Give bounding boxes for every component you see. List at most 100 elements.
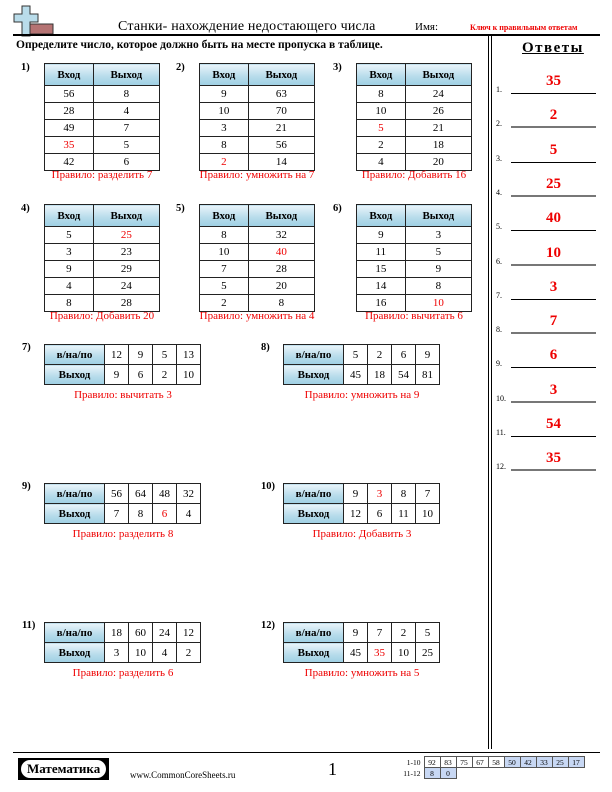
table-cell: 9 bbox=[128, 344, 153, 365]
table-row: 8 56 bbox=[199, 136, 316, 154]
score-cell: 8 bbox=[423, 767, 441, 779]
table-cell: 2 bbox=[176, 642, 201, 663]
table-cell: 9 bbox=[356, 226, 406, 244]
worksheet-title: Станки- нахождение недостающего числа bbox=[118, 19, 376, 34]
table-cell: 21 bbox=[404, 119, 473, 137]
score-range-label: 11-12 bbox=[403, 768, 421, 778]
rule-text: Правило: разделить 6 bbox=[72, 667, 174, 679]
table-cell: 63 bbox=[247, 85, 316, 103]
answer-line[interactable] bbox=[511, 161, 596, 163]
table-cell: 24 bbox=[92, 277, 161, 295]
table-cell: 5 bbox=[92, 136, 161, 154]
problem-number: 7) bbox=[22, 342, 31, 353]
table-row: 9 29 bbox=[44, 260, 161, 278]
rule-text: Правило: вычитать 3 bbox=[74, 389, 172, 401]
answer-row: 8. 7 bbox=[496, 313, 596, 335]
page-number: 1 bbox=[328, 759, 337, 779]
col-header-out: Выход bbox=[404, 63, 473, 86]
row-header-in: в/на/по bbox=[44, 622, 105, 643]
table-row-out: Выход 45 18 54 81 bbox=[283, 364, 440, 385]
header-divider bbox=[13, 34, 600, 36]
table-cell: 14 bbox=[247, 153, 316, 171]
score-cell: 75 bbox=[455, 756, 473, 768]
table-cell: 4 bbox=[44, 277, 94, 295]
table-cell: 9 bbox=[343, 622, 368, 643]
table-cell: 6 bbox=[367, 503, 392, 524]
table-row: 10 26 bbox=[356, 102, 473, 120]
table-row: 5 21 bbox=[356, 119, 473, 137]
rule-text: Правило: разделить 7 bbox=[51, 169, 153, 181]
table-cell: 10 bbox=[356, 102, 406, 120]
missing-value-cell: 40 bbox=[247, 243, 316, 261]
answer-line[interactable] bbox=[511, 436, 596, 437]
table-cell: 4 bbox=[92, 102, 161, 120]
answer-row: 1. 35 bbox=[496, 73, 596, 94]
table-cell: 8 bbox=[199, 136, 249, 154]
answer-number: 4. bbox=[496, 187, 502, 197]
problem-number: 1) bbox=[21, 62, 30, 73]
table-cell: 8 bbox=[128, 503, 153, 524]
table-cell: 8 bbox=[404, 277, 473, 295]
score-cell: 58 bbox=[487, 756, 505, 768]
answer-line[interactable] bbox=[511, 230, 596, 232]
table-cell: 9 bbox=[104, 364, 129, 385]
missing-value-cell: 2 bbox=[199, 153, 249, 171]
answer-line[interactable] bbox=[511, 126, 596, 129]
column-divider bbox=[488, 36, 489, 749]
table-row: 28 bbox=[199, 294, 316, 312]
table-cell: 23 bbox=[92, 243, 161, 261]
table-row: 10 40 bbox=[199, 243, 316, 261]
table-cell: 5 bbox=[343, 344, 368, 365]
answer-value: 3 bbox=[549, 381, 558, 398]
answer-line[interactable] bbox=[511, 469, 596, 472]
table-cell: 9 bbox=[415, 344, 440, 365]
table-row-out: Выход 3 10 4 2 bbox=[44, 642, 201, 663]
answer-line[interactable] bbox=[511, 93, 596, 94]
table-row-in: в/на/по 56 64 48 32 bbox=[44, 483, 201, 504]
table-cell: 2 bbox=[199, 294, 249, 312]
answer-line[interactable] bbox=[511, 400, 596, 403]
table-cell: 42 bbox=[44, 153, 94, 171]
table-cell: 2 bbox=[152, 364, 177, 385]
table-cell: 4 bbox=[176, 503, 201, 524]
table-header-row: Вход Выход bbox=[356, 63, 473, 86]
table-cell: 15 bbox=[356, 260, 406, 278]
table-row: 42 6 bbox=[44, 153, 161, 171]
answer-line[interactable] bbox=[511, 298, 596, 300]
in-out-table: Вход Выход 8 32 10 40 7 28 5 20 2 8 bbox=[199, 204, 316, 312]
answer-line[interactable] bbox=[511, 194, 596, 197]
table-row-in: в/на/по 5 2 6 9 bbox=[283, 344, 440, 365]
answer-row: 9. 6 bbox=[496, 347, 596, 369]
table-cell: 10 bbox=[128, 642, 153, 663]
answer-row: 4. 25 bbox=[496, 176, 596, 197]
in-out-table: Вход Выход 56 8 28 4 49 7 35 5 42 6 bbox=[44, 63, 161, 171]
problem-number: 10) bbox=[261, 481, 275, 492]
table-cell: 29 bbox=[92, 260, 161, 278]
table-cell: 3 bbox=[404, 226, 473, 244]
answer-number: 2. bbox=[496, 119, 502, 129]
problem-number: 3) bbox=[333, 62, 342, 73]
table-header-row: Вход Выход bbox=[199, 63, 316, 86]
table-cell: 10 bbox=[415, 503, 440, 524]
row-header-out: Выход bbox=[44, 642, 105, 663]
site-link[interactable]: www.CommonCoreSheets.ru bbox=[130, 770, 235, 780]
answer-line[interactable] bbox=[511, 367, 596, 369]
problem-number: 2) bbox=[176, 62, 185, 73]
rule-text: Правило: умножить на 7 bbox=[199, 169, 315, 181]
problem-number: 4) bbox=[21, 203, 30, 214]
table-row: 9 63 bbox=[199, 85, 316, 103]
answer-line[interactable] bbox=[511, 332, 596, 335]
table-cell: 4 bbox=[152, 642, 177, 663]
answer-row: 7. 3 bbox=[496, 279, 596, 300]
answer-row: 12. 35 bbox=[496, 450, 596, 472]
table-cell: 18 bbox=[404, 136, 473, 154]
answer-value: 35 bbox=[546, 73, 561, 89]
table-cell: 5 bbox=[404, 243, 473, 261]
table-cell: 3 bbox=[104, 642, 129, 663]
answer-value: 40 bbox=[546, 210, 561, 227]
in-out-table: Вход Выход 9 63 10 70 3 21 8 56 2 14 bbox=[199, 63, 316, 171]
answer-line[interactable] bbox=[511, 263, 596, 266]
rule-text: Правило: Добавить 3 bbox=[312, 528, 412, 540]
table-cell: 8 bbox=[44, 294, 94, 312]
answer-number: 9. bbox=[496, 359, 502, 369]
